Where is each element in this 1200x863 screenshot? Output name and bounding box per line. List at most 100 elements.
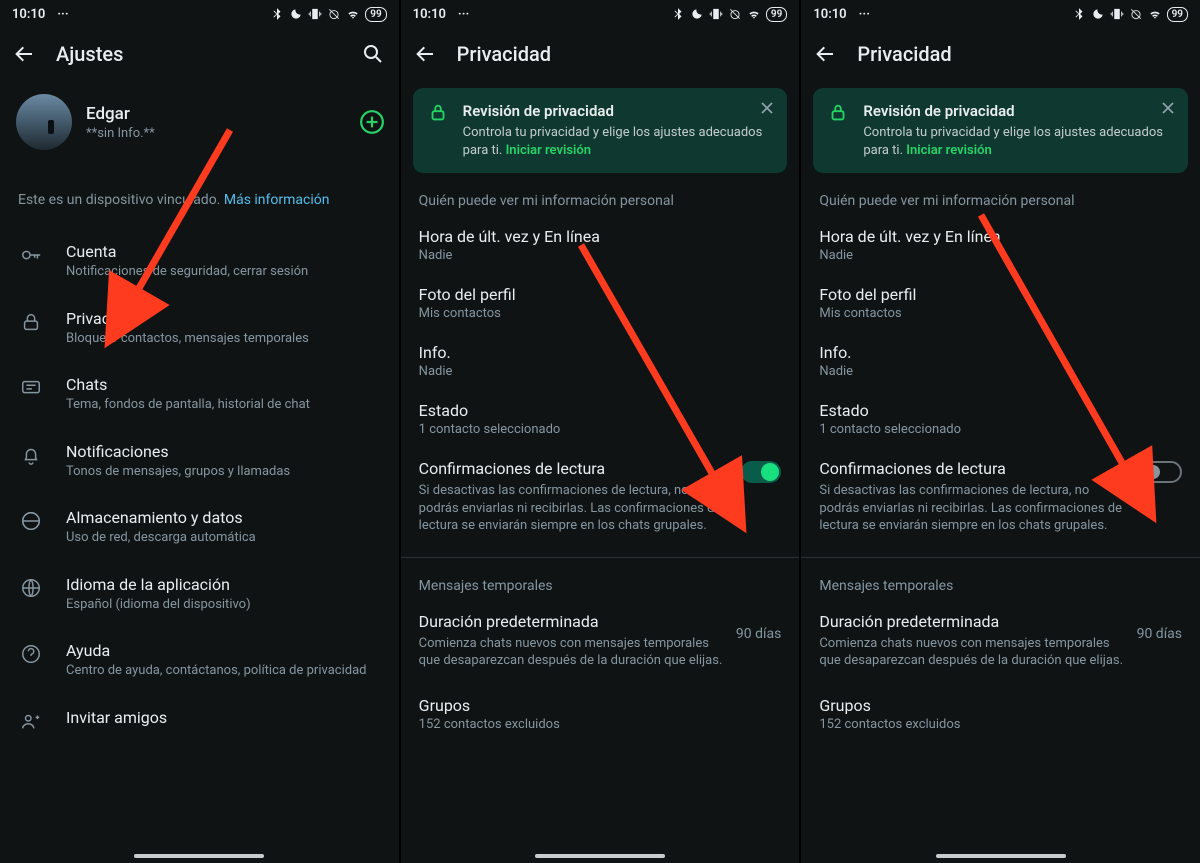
privacy-review-banner[interactable]: Revisión de privacidad Controla tu priva… bbox=[413, 88, 788, 173]
screen-settings: 10:10 ··· 99 Ajustes Edgar **sin Info.**… bbox=[0, 0, 399, 863]
nav-handle[interactable] bbox=[134, 854, 264, 858]
moon-icon bbox=[1091, 7, 1105, 21]
row-read-receipts[interactable]: Confirmaciones de lectura Si desactivas … bbox=[401, 449, 800, 551]
settings-language[interactable]: Idioma de la aplicaciónEspañol (idioma d… bbox=[0, 561, 399, 628]
row-info[interactable]: Info.Nadie bbox=[401, 333, 800, 391]
page-title: Privacidad bbox=[457, 42, 786, 66]
settings-help[interactable]: AyudaCentro de ayuda, contáctanos, polít… bbox=[0, 627, 399, 694]
shield-lock-icon bbox=[827, 102, 849, 124]
more-icon: ··· bbox=[859, 7, 870, 22]
vibrate-icon bbox=[1110, 7, 1124, 21]
status-bar: 10:10 ··· 99 bbox=[401, 0, 800, 28]
status-time: 10:10 bbox=[12, 7, 45, 22]
row-groups[interactable]: Grupos152 contactos excluidos bbox=[401, 686, 800, 744]
linked-device-text: Este es un dispositivo vinculado. Más in… bbox=[0, 168, 399, 228]
app-bar: Privacidad bbox=[401, 28, 800, 80]
section-temporal: Mensajes temporales bbox=[401, 558, 800, 602]
banner-body: Controla tu privacidad y elige los ajust… bbox=[463, 124, 776, 159]
moon-icon bbox=[690, 7, 704, 21]
profile-row[interactable]: Edgar **sin Info.** bbox=[0, 80, 399, 168]
avatar bbox=[16, 94, 72, 150]
section-personal: Quién puede ver mi información personal bbox=[801, 173, 1200, 217]
app-bar: Ajustes bbox=[0, 28, 399, 80]
add-circle-icon[interactable] bbox=[359, 109, 385, 135]
page-title: Ajustes bbox=[56, 42, 341, 66]
settings-list: CuentaNotificaciones de seguridad, cerra… bbox=[0, 228, 399, 746]
banner-body: Controla tu privacidad y elige los ajust… bbox=[863, 124, 1176, 159]
row-last-seen[interactable]: Hora de últ. vez y En líneaNadie bbox=[801, 217, 1200, 275]
read-receipts-toggle[interactable] bbox=[1142, 461, 1182, 483]
settings-privacy[interactable]: PrivacidadBloquear contactos, mensajes t… bbox=[0, 295, 399, 362]
help-icon bbox=[20, 643, 42, 665]
alarm-off-icon bbox=[728, 7, 742, 21]
nav-handle[interactable] bbox=[936, 854, 1066, 858]
status-time: 10:10 bbox=[813, 7, 846, 22]
settings-notifications[interactable]: NotificacionesTonos de mensajes, grupos … bbox=[0, 428, 399, 495]
alarm-off-icon bbox=[327, 7, 341, 21]
row-default-duration[interactable]: Duración predeterminada Comienza chats n… bbox=[401, 602, 800, 686]
privacy-review-banner[interactable]: Revisión de privacidad Controla tu priva… bbox=[813, 88, 1188, 173]
banner-link[interactable]: Iniciar revisión bbox=[506, 143, 591, 158]
globe-icon bbox=[20, 577, 42, 599]
data-icon bbox=[20, 510, 42, 532]
section-personal: Quién puede ver mi información personal bbox=[401, 173, 800, 217]
banner-link[interactable]: Iniciar revisión bbox=[906, 143, 991, 158]
back-icon[interactable] bbox=[12, 42, 36, 66]
battery-indicator: 99 bbox=[766, 7, 787, 22]
search-icon[interactable] bbox=[361, 42, 385, 66]
page-title: Privacidad bbox=[857, 42, 1186, 66]
read-receipts-toggle[interactable] bbox=[741, 461, 781, 483]
banner-title: Revisión de privacidad bbox=[863, 102, 1176, 120]
row-read-receipts[interactable]: Confirmaciones de lectura Si desactivas … bbox=[801, 449, 1200, 551]
duration-value: 90 días bbox=[1137, 612, 1182, 642]
row-profile-photo[interactable]: Foto del perfilMis contactos bbox=[801, 275, 1200, 333]
profile-name: Edgar bbox=[86, 104, 345, 124]
alarm-off-icon bbox=[1129, 7, 1143, 21]
battery-indicator: 99 bbox=[1167, 7, 1188, 22]
screen-privacy-on: 10:10 ··· 99 Privacidad Revisión de priv… bbox=[401, 0, 800, 863]
settings-storage[interactable]: Almacenamiento y datosUso de red, descar… bbox=[0, 494, 399, 561]
key-icon bbox=[20, 244, 42, 266]
back-icon[interactable] bbox=[413, 42, 437, 66]
back-icon[interactable] bbox=[813, 42, 837, 66]
bluetooth-icon bbox=[270, 7, 284, 21]
status-time: 10:10 bbox=[413, 7, 446, 22]
row-status[interactable]: Estado1 contacto seleccionado bbox=[401, 391, 800, 449]
linked-more-link[interactable]: Más información bbox=[224, 192, 330, 208]
status-bar: 10:10 ··· 99 bbox=[0, 0, 399, 28]
more-icon: ··· bbox=[57, 7, 68, 22]
vibrate-icon bbox=[709, 7, 723, 21]
battery-indicator: 99 bbox=[365, 7, 386, 22]
chat-icon bbox=[20, 377, 42, 399]
profile-status: **sin Info.** bbox=[86, 126, 345, 141]
row-last-seen[interactable]: Hora de últ. vez y En líneaNadie bbox=[401, 217, 800, 275]
row-default-duration[interactable]: Duración predeterminada Comienza chats n… bbox=[801, 602, 1200, 686]
wifi-icon bbox=[1148, 7, 1162, 21]
wifi-icon bbox=[747, 7, 761, 21]
banner-title: Revisión de privacidad bbox=[463, 102, 776, 120]
wifi-icon bbox=[346, 7, 360, 21]
bluetooth-icon bbox=[1072, 7, 1086, 21]
moon-icon bbox=[289, 7, 303, 21]
bell-icon bbox=[20, 444, 42, 466]
row-profile-photo[interactable]: Foto del perfilMis contactos bbox=[401, 275, 800, 333]
shield-lock-icon bbox=[427, 102, 449, 124]
settings-invite[interactable]: Invitar amigos bbox=[0, 694, 399, 746]
banner-close[interactable] bbox=[757, 98, 777, 118]
more-icon: ··· bbox=[458, 7, 469, 22]
settings-account[interactable]: CuentaNotificaciones de seguridad, cerra… bbox=[0, 228, 399, 295]
status-bar: 10:10 ··· 99 bbox=[801, 0, 1200, 28]
duration-value: 90 días bbox=[736, 612, 781, 642]
row-info[interactable]: Info.Nadie bbox=[801, 333, 1200, 391]
row-status[interactable]: Estado1 contacto seleccionado bbox=[801, 391, 1200, 449]
bluetooth-icon bbox=[671, 7, 685, 21]
settings-chats[interactable]: ChatsTema, fondos de pantalla, historial… bbox=[0, 361, 399, 428]
lock-icon bbox=[20, 311, 42, 333]
banner-close[interactable] bbox=[1158, 98, 1178, 118]
nav-handle[interactable] bbox=[535, 854, 665, 858]
screen-privacy-off: 10:10 ··· 99 Privacidad Revisión de priv… bbox=[801, 0, 1200, 863]
section-temporal: Mensajes temporales bbox=[801, 558, 1200, 602]
row-groups[interactable]: Grupos152 contactos excluidos bbox=[801, 686, 1200, 744]
people-icon bbox=[20, 710, 42, 732]
vibrate-icon bbox=[308, 7, 322, 21]
